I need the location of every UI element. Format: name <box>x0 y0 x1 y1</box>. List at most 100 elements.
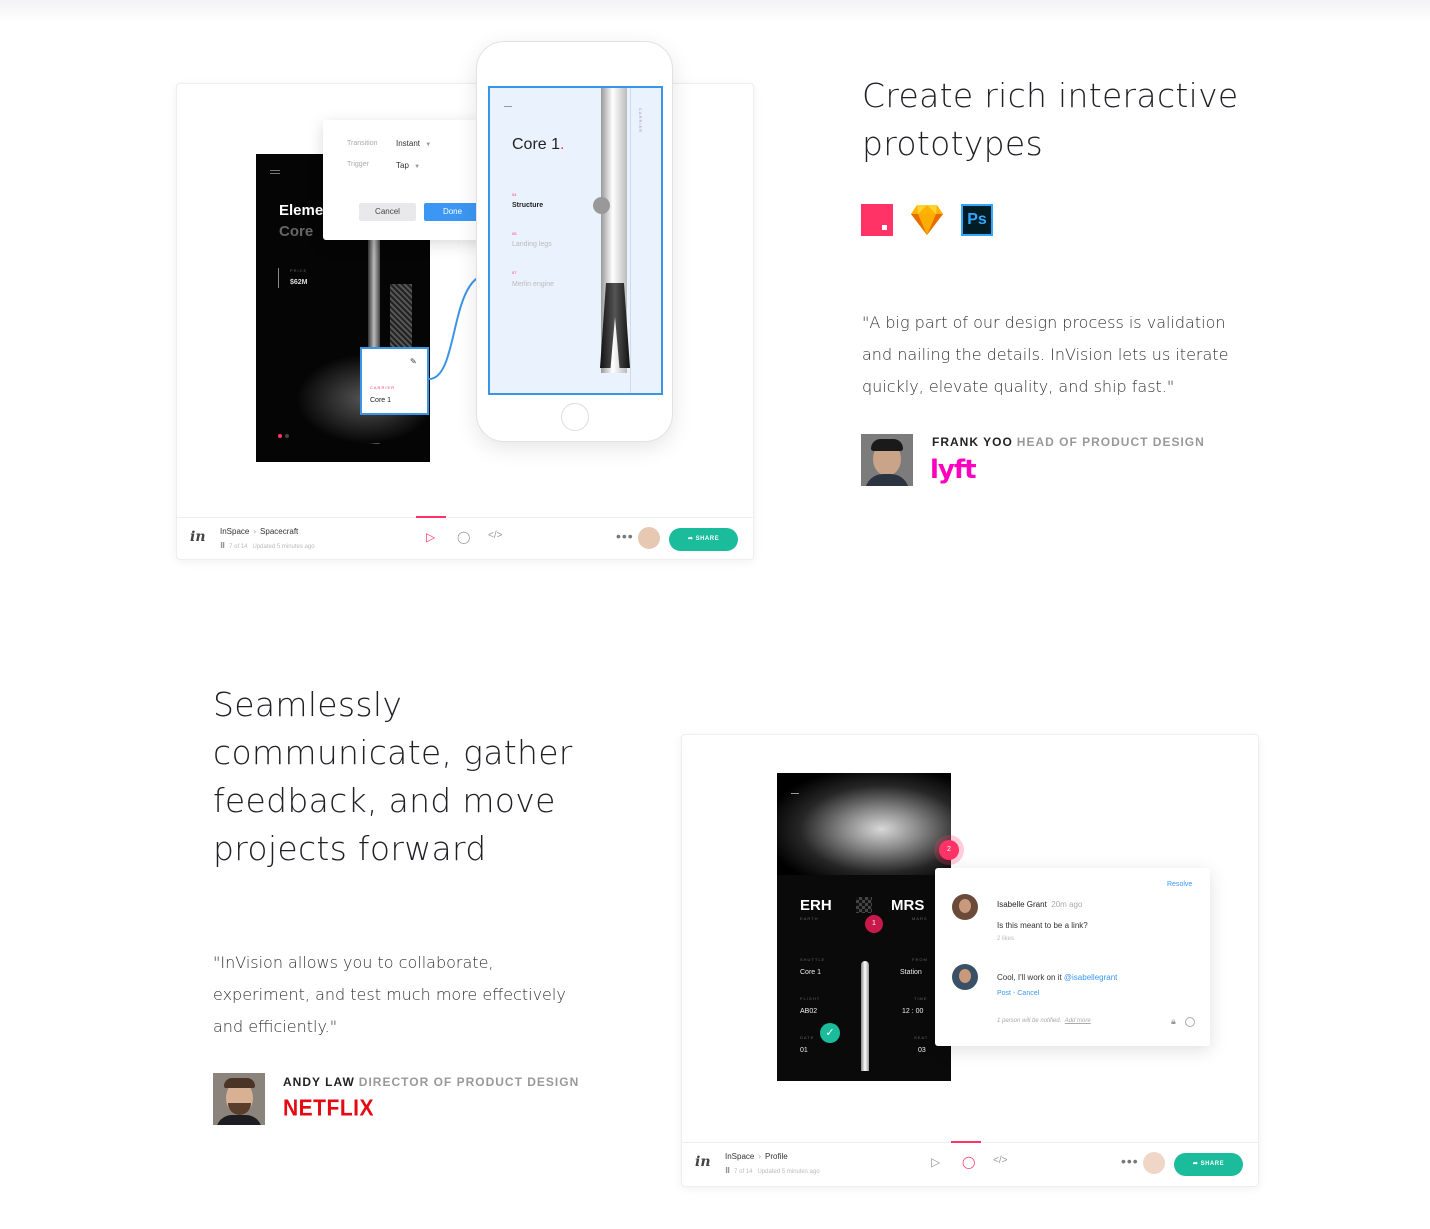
list-item: Merlin engine <box>512 281 555 288</box>
trigger-select[interactable]: Tap ▼ <box>396 161 420 170</box>
grid-icon[interactable]: ⠿ <box>220 543 225 550</box>
dark-title: Eleme <box>279 202 324 219</box>
post-button[interactable]: Post <box>997 990 1011 997</box>
reply-text[interactable]: Cool, I'll work on it @isabellegrant <box>997 973 1117 982</box>
comment-icon[interactable]: ◯ <box>962 1155 975 1169</box>
edit-icon: ✎ <box>410 357 417 366</box>
comment-pin[interactable]: 2 <box>934 835 964 865</box>
quote-line: and nailing the details. InVision lets u… <box>862 345 1229 364</box>
add-more-link[interactable]: Add more <box>1065 1018 1091 1024</box>
phone-title-text: Core 1 <box>512 136 561 153</box>
cancel-button[interactable]: Cancel <box>359 203 416 221</box>
comment-time: 20m ago <box>1051 900 1083 909</box>
more-icon[interactable]: ••• <box>616 528 634 544</box>
drag-handle[interactable] <box>593 197 610 214</box>
code-icon[interactable]: </> <box>488 530 502 541</box>
grid-icon[interactable]: ⠿ <box>725 1168 730 1175</box>
avatar <box>952 964 978 990</box>
quote-line: "InVision allows you to collaborate, <box>213 953 494 972</box>
comment-icon[interactable]: ◯ <box>457 530 470 544</box>
play-icon[interactable]: ▷ <box>426 530 435 544</box>
notify-message: 1 person will be notified. <box>997 1018 1062 1024</box>
heading-line: Seamlessly <box>213 685 403 724</box>
section2-quote: "InVision allows you to collaborate, exp… <box>213 947 566 1043</box>
transition-select[interactable]: Instant ▼ <box>396 139 431 148</box>
photoshop-icon: Ps <box>961 204 993 236</box>
section1-author: FRANK YOO HEAD OF PRODUCT DESIGN <box>932 435 1205 449</box>
field-value: 01 <box>800 1047 808 1054</box>
invision-logo: in <box>190 529 206 545</box>
lyft-logo: lyft <box>930 455 977 485</box>
avatar[interactable] <box>638 527 660 549</box>
author-role: DIRECTOR OF PRODUCT DESIGN <box>358 1075 580 1089</box>
code-icon[interactable]: </> <box>993 1155 1007 1166</box>
lock-icon[interactable]: 🔒︎ <box>1171 1016 1176 1027</box>
screen-count: 7 of 14 <box>229 544 248 550</box>
heading-line: feedback, and move <box>213 781 556 820</box>
section2-heading: Seamlessly communicate, gather feedback,… <box>213 681 573 873</box>
sketch-icon <box>911 205 943 235</box>
phone-device: Core 1. 04 Structure 05 Landing legs 07 … <box>476 41 673 442</box>
author-name: ANDY LAW <box>283 1075 355 1089</box>
comment-header: Isabelle Grant 20m ago <box>997 900 1082 909</box>
mention[interactable]: @isabellegrant <box>1064 973 1117 982</box>
invision-studio-icon <box>861 204 893 236</box>
field-value: Core 1 <box>800 969 822 976</box>
field-value: Station <box>900 969 922 976</box>
emoji-icon[interactable] <box>1185 1017 1195 1027</box>
hotspot-box[interactable]: ✎ CARRIER Core 1 <box>360 347 429 415</box>
route-icon <box>856 897 872 913</box>
more-icon[interactable]: ••• <box>1121 1153 1139 1169</box>
item-number: 05 <box>512 231 517 236</box>
transition-value: Instant <box>396 139 421 148</box>
carrier-value: Core 1 <box>370 397 392 404</box>
field-value: 03 <box>918 1047 926 1054</box>
field-value: AB02 <box>800 1008 818 1015</box>
active-mode-indicator <box>416 516 446 518</box>
project-name[interactable]: InSpace <box>220 527 249 536</box>
comment-pin[interactable]: 1 <box>865 915 883 933</box>
menu-icon <box>270 170 280 171</box>
field-label: DATE <box>800 1035 815 1040</box>
photoshop-label: Ps <box>967 211 987 228</box>
screen-meta: ⠿ 7 of 14 Updated 5 minutes ago <box>725 1167 820 1175</box>
share-button[interactable]: ➦ SHARE <box>1174 1153 1243 1176</box>
avatar[interactable] <box>1143 1152 1165 1174</box>
feedback-toolbar: in InSpace › Profile ⠿ 7 of 14 Updated 5 mi… <box>681 1141 1259 1187</box>
page-dots <box>278 434 282 438</box>
share-label: SHARE <box>695 536 720 542</box>
done-button[interactable]: Done <box>424 203 481 221</box>
trigger-value: Tap <box>396 161 409 170</box>
play-icon[interactable]: ▷ <box>931 1155 940 1169</box>
comment-text: Is this meant to be a link? <box>997 921 1088 930</box>
destination-code: MRS <box>891 897 925 914</box>
field-value: 12 : 00 <box>902 1008 924 1015</box>
caret-down-icon: ▼ <box>425 142 432 148</box>
quote-line: quickly, elevate quality, and ship fast.… <box>862 377 1175 396</box>
resolve-link[interactable]: Resolve <box>1167 881 1192 888</box>
destination-name: MARS <box>912 916 928 921</box>
cancel-button[interactable]: Cancel <box>1017 990 1039 997</box>
field-label: FLIGHT <box>800 996 821 1001</box>
project-name[interactable]: InSpace <box>725 1152 754 1161</box>
quote-line: and efficiently." <box>213 1017 338 1036</box>
like-count[interactable]: 2 likes <box>997 936 1014 942</box>
heading-line: prototypes <box>862 124 1044 163</box>
author-photo <box>861 434 913 486</box>
share-icon: ➦ <box>687 536 696 542</box>
reply-actions: Post • Cancel <box>997 990 1040 997</box>
title-dot: . <box>560 136 565 153</box>
dark-subtitle: Core <box>279 223 314 240</box>
screen-name: Spacecraft <box>260 527 299 536</box>
avatar <box>952 894 978 920</box>
item-number: 04 <box>512 192 517 197</box>
heading-line: communicate, gather <box>213 733 573 772</box>
share-label: SHARE <box>1200 1161 1225 1167</box>
phone-screen[interactable]: Core 1. 04 Structure 05 Landing legs 07 … <box>488 86 663 395</box>
share-button[interactable]: ➦ SHARE <box>669 528 738 551</box>
price-value: $62M <box>290 279 308 286</box>
home-button[interactable] <box>561 403 589 431</box>
check-badge[interactable]: ✓ <box>820 1023 840 1043</box>
screen-name: Profile <box>765 1152 788 1161</box>
price-divider <box>278 268 279 288</box>
